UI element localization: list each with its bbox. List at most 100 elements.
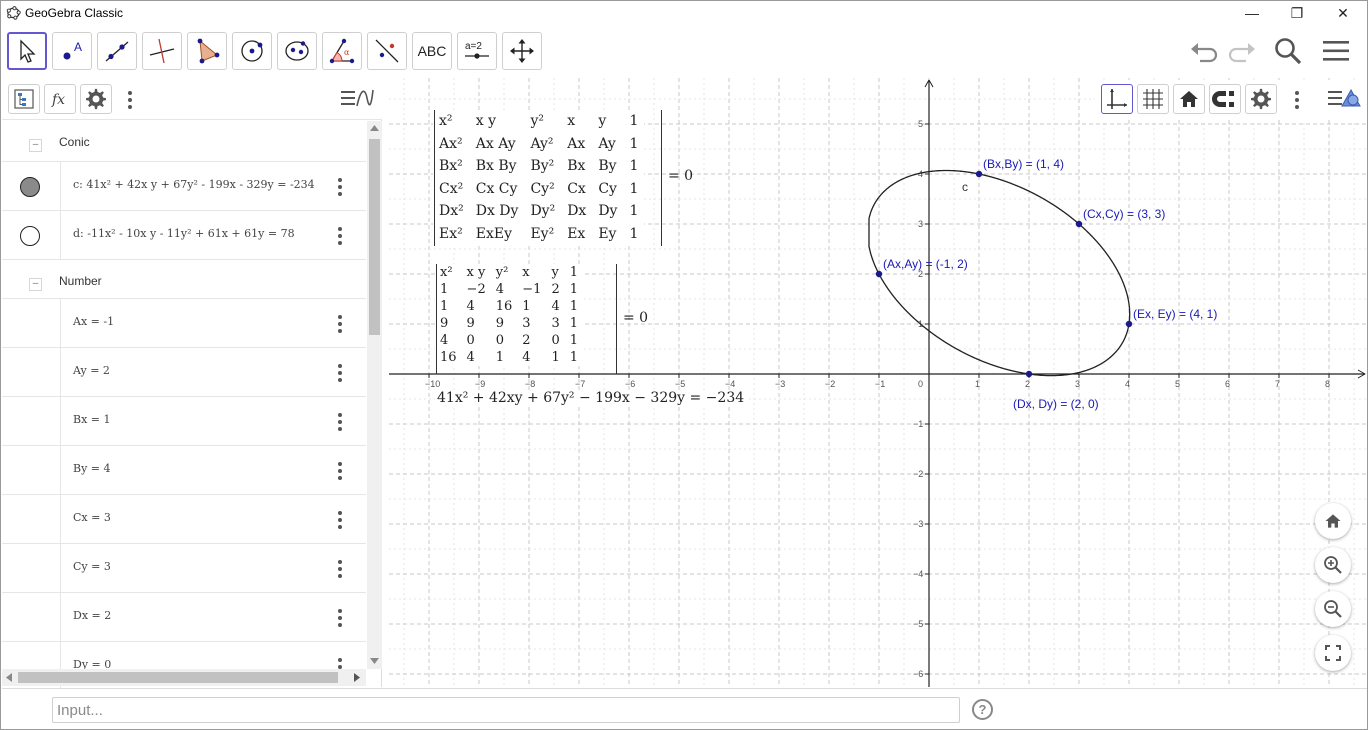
number-definition[interactable]: Ax = -1 — [73, 315, 114, 328]
fullscreen-button[interactable] — [1315, 635, 1351, 671]
matrix-cell: x y — [475, 113, 496, 130]
algebra-row-number[interactable]: Dx = 2 — [2, 592, 366, 642]
search-icon — [1275, 38, 1302, 65]
main-menu-button[interactable] — [1319, 35, 1353, 67]
row-menu-icon[interactable] — [334, 363, 346, 383]
collapse-number-icon[interactable]: – — [29, 278, 42, 291]
circle-tool-button[interactable] — [232, 32, 272, 70]
polygon-tool-button[interactable] — [187, 32, 227, 70]
vertical-scroll-thumb[interactable] — [369, 139, 380, 335]
matrix-cell: Ex — [567, 225, 586, 242]
row-menu-icon[interactable] — [334, 177, 346, 197]
toggle-style-bar-button[interactable] — [340, 86, 374, 117]
matrix-cell: y — [598, 113, 607, 130]
graphics-view[interactable]: −10 −9 −8 −7 −6 −5 −4 −3 −2 −1 0 1 2 3 4 5 6 7 8 5 4 3 2 1 −1 −2−… — [389, 78, 1367, 687]
text-tool-button[interactable]: ABC — [412, 32, 452, 70]
matrix-row: 999331 — [435, 315, 583, 332]
point-capturing-button[interactable] — [1209, 84, 1241, 114]
matrix-cell: x² — [440, 265, 453, 280]
conic-d-definition[interactable]: d: -11x² - 10x y - 11y² + 61x + 61y = 78 — [73, 227, 295, 240]
zoom-in-button[interactable] — [1315, 547, 1351, 583]
zoom-out-button[interactable] — [1315, 591, 1351, 627]
vertical-dots-icon — [1295, 91, 1299, 109]
scroll-left-icon[interactable] — [6, 673, 12, 682]
graphics-settings-button[interactable] — [1245, 84, 1277, 114]
maximize-button[interactable]: ❐ — [1274, 1, 1320, 25]
number-definition[interactable]: Cx = 3 — [73, 511, 111, 524]
algebra-row-number[interactable]: Ay = 2 — [2, 347, 366, 397]
auxiliary-objects-button[interactable] — [8, 84, 40, 114]
perpendicular-tool-button[interactable] — [142, 32, 182, 70]
row-menu-icon[interactable] — [334, 461, 346, 481]
undo-button[interactable] — [1187, 35, 1221, 67]
redo-button[interactable] — [1225, 35, 1259, 67]
move-graphics-tool-button[interactable] — [502, 32, 542, 70]
reflect-tool-button[interactable] — [367, 32, 407, 70]
standard-view-button[interactable] — [1173, 84, 1205, 114]
collapse-conic-icon[interactable]: – — [29, 139, 42, 152]
number-definition[interactable]: By = 4 — [73, 462, 111, 475]
horizontal-scroll-thumb[interactable] — [18, 672, 338, 683]
conic-tool-button[interactable] — [277, 32, 317, 70]
number-definition[interactable]: Bx = 1 — [73, 413, 111, 426]
line-tool-button[interactable] — [97, 32, 137, 70]
algebra-view: fx – Conic c: 41x² + 42x y + 67y² - 199x… — [2, 78, 382, 691]
y-tick-label: −1 — [913, 419, 923, 429]
algebra-row-number[interactable]: By = 4 — [2, 445, 366, 495]
visibility-toggle-d[interactable] — [20, 226, 40, 246]
angle-tool-button[interactable]: α — [322, 32, 362, 70]
point-tool-button[interactable]: A — [52, 32, 92, 70]
graphics-more-options-button[interactable] — [1291, 90, 1303, 115]
toggle-axes-button[interactable] — [1101, 84, 1133, 114]
input-help-button[interactable]: ? — [972, 699, 993, 720]
row-menu-icon[interactable] — [334, 412, 346, 432]
toggle-grid-button[interactable] — [1137, 84, 1169, 114]
slider-icon: a=2 — [465, 41, 489, 59]
graphics-style-bar-toggle-button[interactable] — [1327, 86, 1361, 117]
scroll-down-icon[interactable] — [370, 658, 379, 664]
algebra-input-field[interactable] — [52, 697, 960, 723]
conic-equation-text: 41x² + 42xy + 67y² − 199x − 329y = −234 — [435, 390, 747, 406]
algebra-vertical-scrollbar[interactable] — [367, 121, 382, 669]
minimize-button[interactable]: — — [1229, 1, 1275, 25]
visibility-toggle-c[interactable] — [20, 177, 40, 197]
home-fab-button[interactable] — [1315, 503, 1351, 539]
matrix-cell: 1 — [629, 113, 639, 130]
search-button[interactable] — [1271, 35, 1305, 67]
row-menu-icon[interactable] — [334, 314, 346, 334]
algebra-row-conic-d[interactable]: d: -11x² - 10x y - 11y² + 61x + 61y = 78 — [2, 210, 366, 260]
row-divider — [60, 397, 61, 446]
algebra-row-conic-c[interactable]: c: 41x² + 42x y + 67y² - 199x - 329y = -… — [2, 161, 366, 211]
algebra-settings-button[interactable] — [80, 84, 112, 114]
algebra-row-number[interactable]: Bx = 1 — [2, 396, 366, 446]
matrix-cell: 16 — [440, 350, 457, 365]
conic-c-definition[interactable]: c: 41x² + 42x y + 67y² - 199x - 329y = -… — [73, 178, 315, 191]
number-definition[interactable]: Cy = 3 — [73, 560, 111, 573]
algebra-row-number[interactable]: Ax = -1 — [2, 298, 366, 348]
group-header-number[interactable]: – Number — [2, 259, 366, 299]
zoom-out-icon — [1324, 600, 1342, 618]
algebra-row-number[interactable]: Cx = 3 — [2, 494, 366, 544]
text-tool-label: ABC — [417, 43, 447, 59]
scroll-right-icon[interactable] — [354, 673, 360, 682]
title-bar: GeoGebra Classic — ❐ ✕ — [1, 1, 1367, 25]
algebra-row-number[interactable]: Cy = 3 — [2, 543, 366, 593]
scroll-up-icon[interactable] — [370, 125, 379, 131]
row-menu-icon[interactable] — [334, 226, 346, 246]
close-button[interactable]: ✕ — [1320, 1, 1366, 25]
move-tool-button[interactable] — [7, 32, 47, 70]
point-label: (Bx,By) = (1, 4) — [983, 157, 1064, 171]
algebra-horizontal-scrollbar[interactable] — [2, 669, 366, 686]
row-menu-icon[interactable] — [334, 608, 346, 628]
row-menu-icon[interactable] — [334, 510, 346, 530]
row-menu-icon[interactable] — [334, 559, 346, 579]
description-mode-button[interactable]: fx — [44, 84, 76, 114]
group-header-conic[interactable]: – Conic — [2, 121, 366, 161]
slider-tool-button[interactable]: a=2 — [457, 32, 497, 70]
number-definition[interactable]: Ay = 2 — [73, 364, 110, 377]
matrix-cell: 1 — [440, 282, 449, 297]
algebra-more-options-button[interactable] — [124, 90, 136, 115]
point-label: (Dx, Dy) = (2, 0) — [1013, 397, 1099, 411]
symbolic-equals-zero: = 0 — [668, 168, 694, 184]
number-definition[interactable]: Dx = 2 — [73, 609, 111, 622]
